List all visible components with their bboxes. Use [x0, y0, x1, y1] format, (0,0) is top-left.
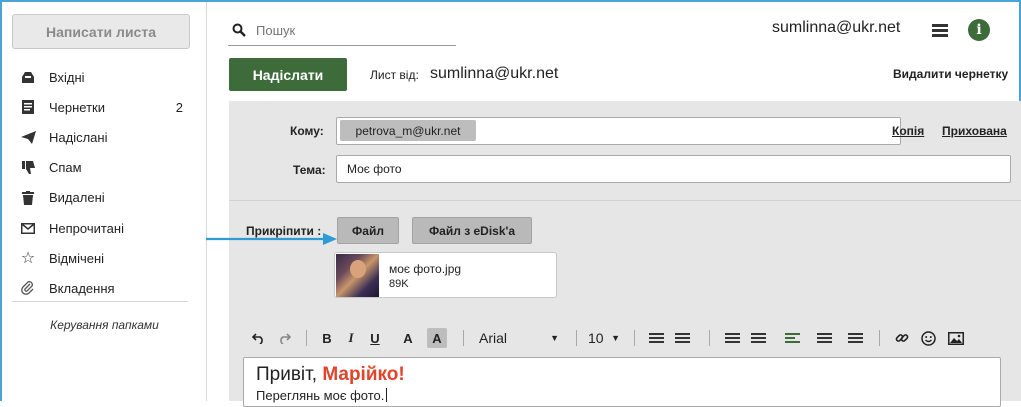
text-color-button[interactable]: A	[400, 325, 416, 351]
drafts-icon	[20, 99, 36, 115]
sidebar-item-starred[interactable]: ☆ Відмічені	[2, 243, 207, 273]
editor-toolbar: B I U A A Arial ▼ 10 ▼	[243, 325, 1021, 351]
spam-icon	[20, 160, 36, 176]
sent-icon	[20, 129, 36, 145]
star-icon: ☆	[20, 250, 36, 268]
send-button[interactable]: Надіслати	[229, 58, 347, 91]
toolbar-divider	[463, 330, 464, 346]
sidebar: Написати листа Вхідні Чернетки 2 Надісла…	[2, 2, 207, 401]
user-email[interactable]: sumlinna@ukr.net	[772, 19, 900, 37]
emoji-icon[interactable]	[919, 325, 937, 351]
inbox-icon	[20, 69, 36, 85]
sidebar-item-unread[interactable]: Непрочитані	[2, 213, 207, 243]
delete-draft-button[interactable]: Видалити чернетку	[893, 67, 1008, 81]
search-bar	[228, 15, 456, 46]
image-icon[interactable]	[947, 325, 965, 351]
greeting-name: Марійко!	[322, 364, 405, 385]
info-icon[interactable]: i	[968, 19, 990, 41]
drafts-count: 2	[175, 99, 183, 115]
background-color-button[interactable]: A	[427, 328, 447, 348]
editor-greeting-line: Привіт, Марійко!	[256, 364, 405, 386]
hamburger-menu-icon[interactable]	[932, 24, 948, 37]
compose-button[interactable]: Написати листа	[12, 14, 190, 49]
chevron-down-icon: ▼	[611, 333, 620, 343]
align-center-icon[interactable]	[815, 325, 833, 351]
search-icon[interactable]	[232, 23, 250, 37]
link-icon[interactable]	[893, 325, 911, 351]
numbered-list-icon[interactable]	[647, 325, 665, 351]
recipient-chip[interactable]: petrova_m@ukr.net	[340, 120, 476, 141]
attachment-thumbnail	[336, 254, 379, 297]
manage-folders-link[interactable]: Керування папками	[2, 318, 207, 332]
attachment-size: 89K	[389, 278, 409, 290]
from-address: sumlinna@ukr.net	[430, 65, 559, 82]
font-family-value: Arial	[479, 330, 508, 346]
bold-button[interactable]: B	[319, 325, 335, 351]
sidebar-divider	[12, 301, 188, 302]
redo-icon[interactable]	[275, 325, 293, 351]
panel-divider	[229, 200, 1021, 201]
undo-icon[interactable]	[249, 325, 267, 351]
sidebar-item-label: Надіслані	[49, 129, 108, 145]
sidebar-item-label: Відмічені	[49, 250, 105, 266]
sidebar-item-label: Спам	[49, 160, 82, 176]
unread-icon	[20, 220, 36, 236]
sidebar-item-label: Непрочитані	[49, 220, 124, 236]
sidebar-item-label: Вхідні	[49, 69, 85, 85]
greeting-text: Привіт,	[256, 364, 323, 385]
toolbar-divider	[879, 330, 880, 346]
outdent-icon[interactable]	[749, 325, 767, 351]
sidebar-item-sent[interactable]: Надіслані	[2, 122, 207, 152]
sidebar-item-drafts[interactable]: Чернетки 2	[2, 92, 207, 122]
pointer-arrow	[206, 233, 337, 245]
font-size-value: 10	[588, 330, 604, 346]
text-caret	[386, 388, 388, 402]
sidebar-item-spam[interactable]: Спам	[2, 153, 207, 183]
indent-icon[interactable]	[723, 325, 741, 351]
cc-link[interactable]: Копія	[892, 124, 924, 138]
toolbar-divider	[576, 330, 577, 346]
sidebar-item-label: Видалені	[49, 190, 105, 206]
attachment-icon	[20, 280, 36, 296]
sidebar-item-label: Чернетки	[49, 99, 106, 115]
subject-label: Тема:	[293, 163, 326, 177]
sidebar-item-inbox[interactable]: Вхідні	[2, 62, 207, 92]
toolbar-divider	[634, 330, 635, 346]
sidebar-item-label: Вкладення	[49, 280, 115, 296]
underline-button[interactable]: U	[367, 325, 383, 351]
attach-edisk-button[interactable]: Файл з eDisk'a	[412, 217, 532, 244]
message-editor[interactable]: Привіт, Марійко! Переглянь моє фото.	[243, 357, 1001, 407]
chevron-down-icon: ▼	[550, 333, 559, 343]
subject-field[interactable]: Моє фото	[336, 155, 1011, 183]
attach-file-button[interactable]: Файл	[337, 217, 399, 244]
trash-icon	[20, 190, 36, 206]
font-size-select[interactable]: 10 ▼	[588, 325, 620, 351]
compose-panel	[229, 101, 1021, 401]
search-input[interactable]	[256, 22, 436, 38]
align-left-icon[interactable]	[783, 325, 801, 351]
folder-list: Вхідні Чернетки 2 Надіслані Спам Видален…	[2, 62, 207, 304]
font-family-select[interactable]: Arial ▼	[479, 325, 559, 351]
italic-button[interactable]: I	[343, 325, 359, 351]
sidebar-item-attachments[interactable]: Вкладення	[2, 273, 207, 303]
attachment-name: моє фото.jpg	[389, 262, 462, 276]
bcc-link[interactable]: Прихована	[942, 124, 1007, 138]
bulleted-list-icon[interactable]	[673, 325, 691, 351]
to-label: Кому:	[290, 124, 324, 138]
align-right-icon[interactable]	[846, 325, 864, 351]
attachment-card[interactable]: моє фото.jpg 89K	[334, 252, 557, 298]
from-label: Лист від:	[370, 68, 419, 82]
toolbar-divider	[709, 330, 710, 346]
toolbar-divider	[306, 330, 307, 346]
sidebar-item-trash[interactable]: Видалені	[2, 183, 207, 213]
